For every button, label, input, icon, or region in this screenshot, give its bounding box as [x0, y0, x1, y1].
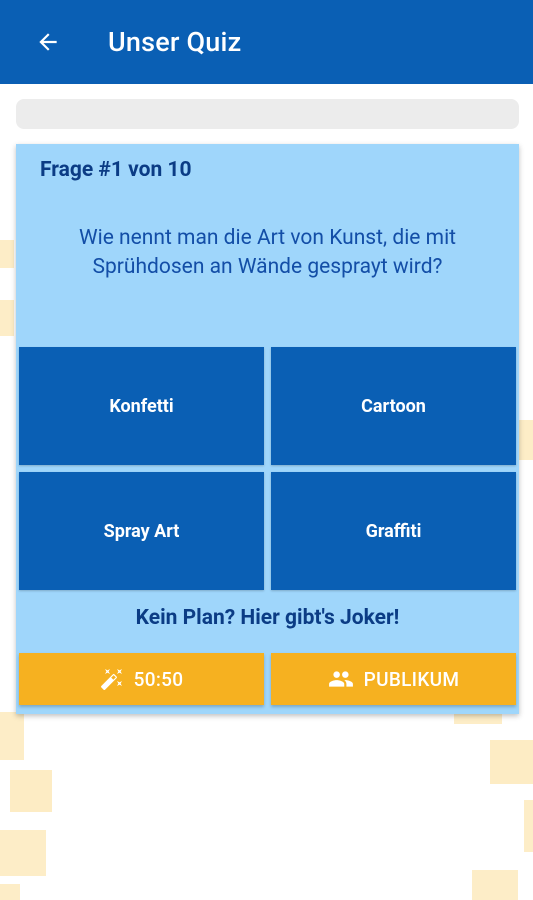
answer-label: Graffiti	[365, 520, 422, 542]
answer-button-4[interactable]: Graffiti	[271, 472, 516, 590]
joker-hint: Kein Plan? Hier gibt's Joker!	[135, 606, 400, 630]
answer-label: Cartoon	[361, 395, 426, 417]
background-decoration	[0, 712, 24, 760]
question-text: Wie nennt man die Art von Kunst, die mit…	[78, 226, 457, 279]
question-counter: Frage #1 von 10	[40, 158, 192, 182]
background-decoration	[0, 300, 14, 336]
background-decoration	[490, 740, 533, 784]
people-icon	[328, 666, 354, 692]
answer-button-1[interactable]: Konfetti	[19, 347, 264, 465]
background-decoration	[519, 420, 533, 460]
joker-label: PUBLIKUM	[363, 667, 460, 691]
question-card: Frage #1 von 10 Wie nennt man die Art vo…	[16, 144, 519, 714]
app-bar: Unser Quiz	[0, 0, 533, 84]
magic-wand-icon	[100, 667, 124, 691]
answer-button-2[interactable]: Cartoon	[271, 347, 516, 465]
background-decoration	[472, 870, 518, 900]
background-decoration	[0, 884, 20, 900]
background-decoration	[0, 240, 14, 268]
background-decoration	[0, 830, 46, 876]
answer-button-3[interactable]: Spray Art	[19, 472, 264, 590]
page-title: Unser Quiz	[108, 26, 242, 58]
arrow-back-icon	[35, 29, 61, 55]
answer-label: Konfetti	[109, 395, 174, 417]
quiz-progress-bar	[16, 99, 519, 129]
back-button[interactable]	[30, 24, 66, 60]
joker-label: 50:50	[133, 667, 184, 691]
joker-audience-button[interactable]: PUBLIKUM	[271, 653, 516, 705]
background-decoration	[10, 770, 52, 812]
joker-fifty-fifty-button[interactable]: 50:50	[19, 653, 264, 705]
answer-label: Spray Art	[103, 520, 180, 542]
background-decoration	[524, 800, 533, 852]
